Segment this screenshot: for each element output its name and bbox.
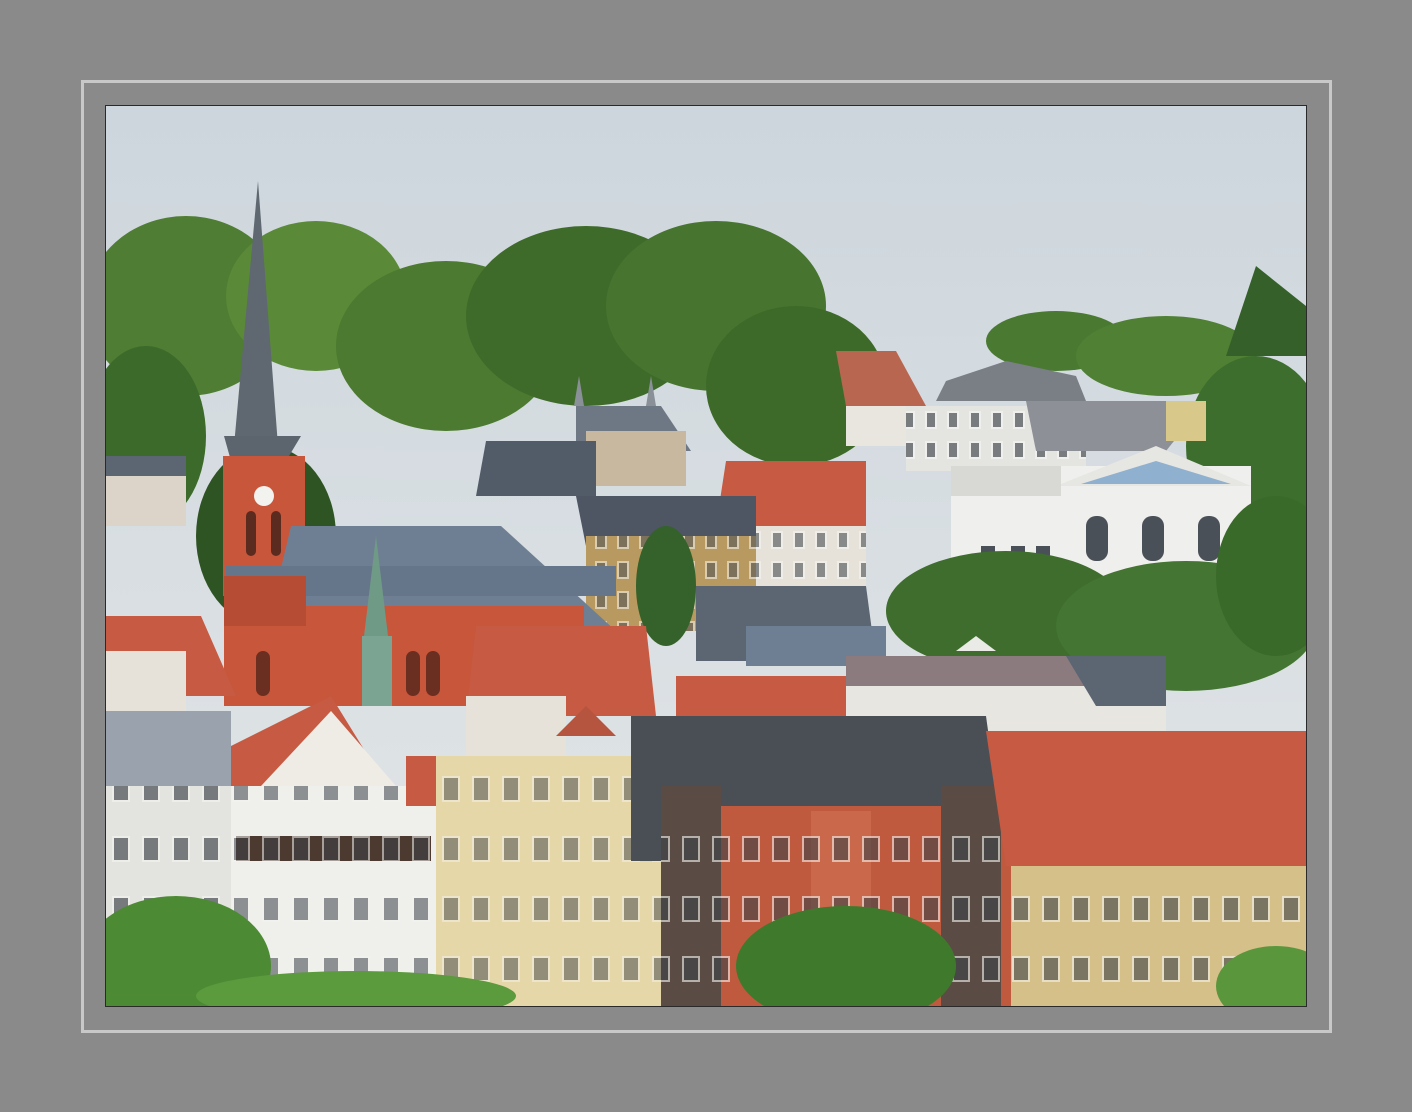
photo-frame [105,105,1307,1007]
church-clock [254,486,274,506]
town-photo [106,106,1306,1006]
